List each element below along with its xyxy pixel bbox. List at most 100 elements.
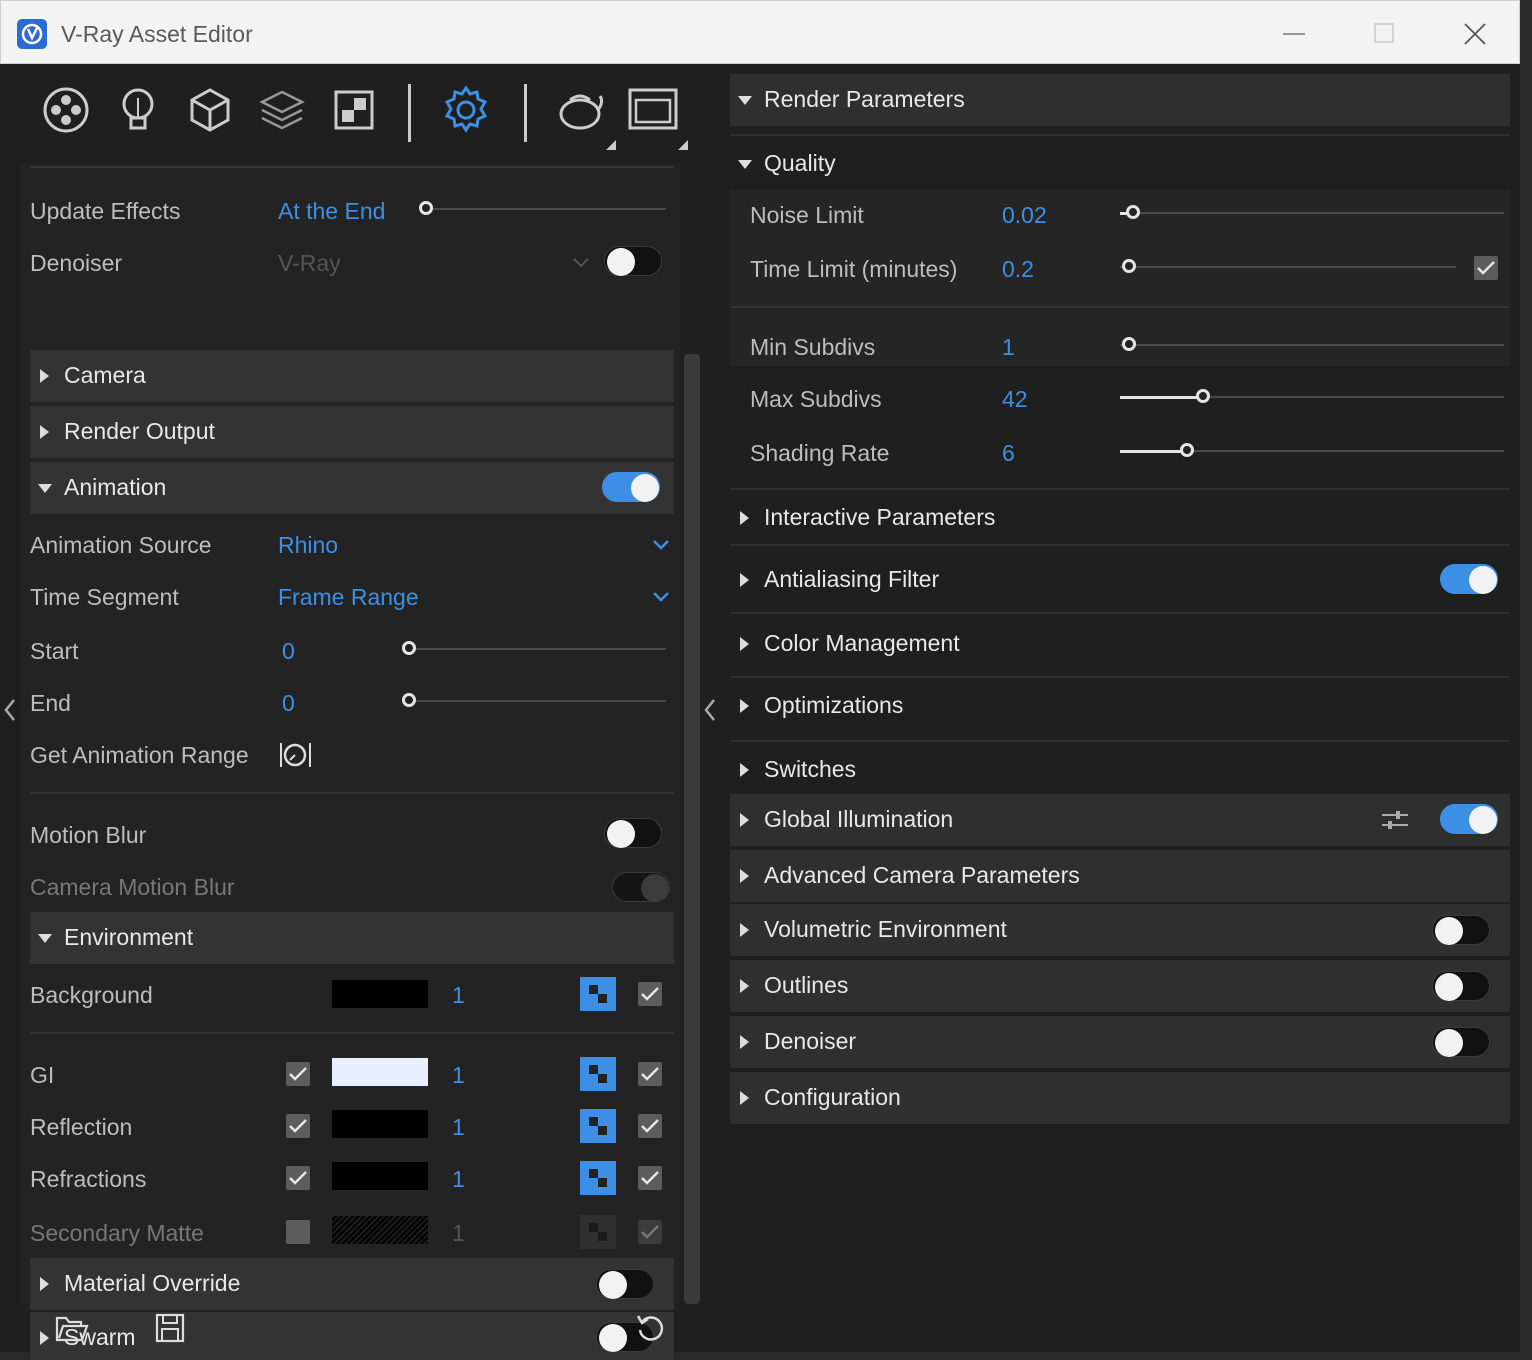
material-override-section[interactable]: Material Override <box>30 1258 674 1310</box>
shading-rate-value[interactable]: 6 <box>1002 440 1015 467</box>
noise-limit-value[interactable]: 0.02 <box>1002 202 1047 229</box>
camera-section[interactable]: Camera <box>30 350 674 402</box>
texture-slot-icon[interactable] <box>580 1057 616 1091</box>
animation-toggle[interactable] <box>602 472 660 502</box>
quality-section[interactable]: Quality <box>730 138 1510 190</box>
configuration-section[interactable]: Configuration <box>730 1072 1510 1124</box>
background-multiplier[interactable]: 1 <box>452 982 465 1009</box>
render-dropdown-corner[interactable] <box>606 140 616 150</box>
interactive-parameters-section[interactable]: Interactive Parameters <box>730 490 1510 546</box>
animation-section[interactable]: Animation <box>30 462 674 514</box>
start-slider-handle[interactable] <box>402 641 416 655</box>
close-button[interactable] <box>1457 19 1491 49</box>
render-output-section[interactable]: Render Output <box>30 406 674 458</box>
layers-icon[interactable] <box>256 82 308 138</box>
gi-color-swatch[interactable] <box>332 1058 428 1086</box>
refractions-multiplier[interactable]: 1 <box>452 1166 465 1193</box>
chevron-down-icon[interactable] <box>652 588 670 606</box>
environment-section[interactable]: Environment <box>30 912 674 964</box>
denoiser-section-toggle[interactable] <box>1432 1027 1490 1057</box>
time-limit-slider-handle[interactable] <box>1122 259 1136 273</box>
time-limit-slider[interactable] <box>1120 266 1456 268</box>
gi-enable-checkbox[interactable] <box>638 1062 662 1086</box>
materials-icon[interactable] <box>40 82 92 138</box>
time-limit-value[interactable]: 0.2 <box>1002 256 1034 283</box>
outlines-section[interactable]: Outlines <box>730 960 1510 1012</box>
chevron-down-icon[interactable] <box>572 254 590 272</box>
update-effects-slider[interactable] <box>420 208 666 210</box>
gi-override-checkbox[interactable] <box>286 1062 310 1086</box>
shading-rate-slider-handle[interactable] <box>1180 443 1194 457</box>
geometry-icon[interactable] <box>184 82 236 138</box>
time-limit-checkbox[interactable] <box>1474 256 1498 280</box>
background-color-swatch[interactable] <box>332 980 428 1008</box>
render-window-dropdown-corner[interactable] <box>678 140 688 150</box>
gi-multiplier[interactable]: 1 <box>452 1062 465 1089</box>
render-icon[interactable] <box>554 82 606 138</box>
background-enable-checkbox[interactable] <box>638 982 662 1006</box>
camera-motion-blur-toggle[interactable] <box>612 872 670 902</box>
material-override-toggle[interactable] <box>596 1269 654 1299</box>
refractions-color-swatch[interactable] <box>332 1162 428 1190</box>
texture-slot-icon[interactable] <box>580 977 616 1011</box>
end-value[interactable]: 0 <box>282 690 295 717</box>
start-value[interactable]: 0 <box>282 638 295 665</box>
advanced-camera-parameters-section[interactable]: Advanced Camera Parameters <box>730 850 1510 902</box>
reflection-multiplier[interactable]: 1 <box>452 1114 465 1141</box>
chevron-left-icon[interactable] <box>2 696 18 724</box>
noise-limit-slider[interactable] <box>1120 212 1504 214</box>
update-effects-value[interactable]: At the End <box>278 198 385 225</box>
animation-source-value[interactable]: Rhino <box>278 532 338 559</box>
max-subdivs-slider-handle[interactable] <box>1196 389 1210 403</box>
global-illumination-toggle[interactable] <box>1440 804 1498 834</box>
update-effects-slider-handle[interactable] <box>419 201 433 215</box>
refractions-override-checkbox[interactable] <box>286 1166 310 1190</box>
min-subdivs-slider-handle[interactable] <box>1122 337 1136 351</box>
sliders-icon[interactable] <box>1380 808 1410 832</box>
texture-slot-icon[interactable] <box>580 1109 616 1143</box>
chevron-down-icon[interactable] <box>652 536 670 554</box>
outlines-toggle[interactable] <box>1432 971 1490 1001</box>
switches-section[interactable]: Switches <box>730 744 1510 794</box>
end-slider[interactable] <box>404 700 666 702</box>
volumetric-environment-section[interactable]: Volumetric Environment <box>730 904 1510 956</box>
refractions-enable-checkbox[interactable] <box>638 1166 662 1190</box>
denoiser-toggle[interactable] <box>604 246 662 276</box>
chevron-left-icon[interactable] <box>702 696 718 724</box>
time-segment-value[interactable]: Frame Range <box>278 584 419 611</box>
denoiser-value[interactable]: V-Ray <box>278 250 341 277</box>
texture-slot-icon[interactable] <box>580 1161 616 1195</box>
reflection-override-checkbox[interactable] <box>286 1114 310 1138</box>
secondary-matte-enable-checkbox[interactable] <box>638 1220 662 1244</box>
minimize-button[interactable] <box>1277 19 1311 49</box>
reflection-color-swatch[interactable] <box>332 1110 428 1138</box>
lights-icon[interactable] <box>112 82 164 138</box>
start-slider[interactable] <box>404 648 666 650</box>
reflection-enable-checkbox[interactable] <box>638 1114 662 1138</box>
render-parameters-section[interactable]: Render Parameters <box>730 74 1510 126</box>
save-icon[interactable] <box>154 1312 186 1344</box>
get-range-icon[interactable] <box>278 740 314 770</box>
max-subdivs-value[interactable]: 42 <box>1002 386 1028 413</box>
denoiser-section[interactable]: Denoiser <box>730 1016 1510 1068</box>
secondary-matte-override-checkbox[interactable] <box>286 1220 310 1244</box>
maximize-button[interactable] <box>1367 19 1401 49</box>
color-management-section[interactable]: Color Management <box>730 616 1510 678</box>
secondary-matte-multiplier[interactable]: 1 <box>452 1220 465 1247</box>
open-folder-icon[interactable] <box>54 1314 90 1344</box>
noise-limit-slider-handle[interactable] <box>1126 205 1140 219</box>
render-window-icon[interactable] <box>626 82 678 138</box>
antialiasing-filter-toggle[interactable] <box>1440 564 1498 594</box>
motion-blur-toggle[interactable] <box>604 818 662 848</box>
antialiasing-filter-section[interactable]: Antialiasing Filter <box>730 552 1510 614</box>
textures-icon[interactable] <box>328 82 380 138</box>
secondary-matte-color-swatch[interactable] <box>332 1216 428 1244</box>
min-subdivs-slider[interactable] <box>1120 344 1504 346</box>
optimizations-section[interactable]: Optimizations <box>730 680 1510 742</box>
global-illumination-section[interactable]: Global Illumination <box>730 794 1510 846</box>
reset-icon[interactable] <box>634 1312 666 1344</box>
left-scrollbar[interactable] <box>684 354 700 1304</box>
texture-slot-icon[interactable] <box>580 1215 616 1249</box>
min-subdivs-value[interactable]: 1 <box>1002 334 1015 361</box>
end-slider-handle[interactable] <box>402 693 416 707</box>
